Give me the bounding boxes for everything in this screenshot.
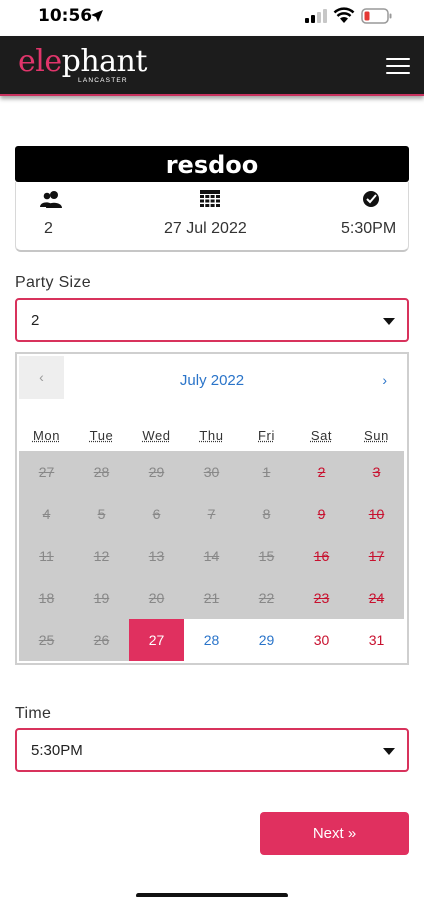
calendar-day-disabled: 17 bbox=[349, 535, 404, 577]
calendar-day-disabled: 2 bbox=[294, 451, 349, 493]
calendar-day-disabled: 28 bbox=[74, 451, 129, 493]
summary-time: 5:30PM bbox=[341, 220, 397, 237]
home-indicator bbox=[136, 893, 288, 897]
people-icon bbox=[40, 191, 62, 208]
calendar-day-disabled: 3 bbox=[349, 451, 404, 493]
calendar-day-disabled: 12 bbox=[74, 535, 129, 577]
calendar-day-disabled: 6 bbox=[129, 493, 184, 535]
calendar-day[interactable]: 30 bbox=[294, 619, 349, 661]
calendar-day-disabled: 14 bbox=[184, 535, 239, 577]
location-arrow-icon bbox=[91, 10, 103, 22]
booking-summary: 2 27 Jul 2022 5:30PM bbox=[15, 182, 409, 252]
calendar-day-disabled: 1 bbox=[239, 451, 294, 493]
calendar-day-disabled: 4 bbox=[19, 493, 74, 535]
party-size-value: 2 bbox=[31, 312, 40, 329]
calendar-day-disabled: 16 bbox=[294, 535, 349, 577]
calendar-day-disabled: 29 bbox=[129, 451, 184, 493]
calendar-day-disabled: 24 bbox=[349, 577, 404, 619]
calendar-day-disabled: 26 bbox=[74, 619, 129, 661]
logo-accent-text: ele bbox=[18, 44, 62, 79]
time-select[interactable]: 5:30PM bbox=[15, 728, 409, 772]
menu-icon[interactable] bbox=[386, 58, 410, 76]
calendar-day[interactable]: 28 bbox=[184, 619, 239, 661]
day-of-week-header: Tue bbox=[89, 428, 114, 443]
calendar-day-disabled: 22 bbox=[239, 577, 294, 619]
date-picker-calendar: ‹ July 2022 › Mon Tue Wed Thu Fri Sat Su… bbox=[15, 352, 409, 665]
calendar-day-disabled: 7 bbox=[184, 493, 239, 535]
day-of-week-header: Mon bbox=[32, 428, 61, 443]
day-of-week-header: Sun bbox=[364, 428, 389, 443]
next-button[interactable]: Next » bbox=[260, 812, 409, 855]
calendar-day-disabled: 23 bbox=[294, 577, 349, 619]
wifi-icon bbox=[333, 7, 355, 23]
status-bar: 10:56 bbox=[0, 0, 424, 36]
day-of-week-header: Sat bbox=[310, 428, 333, 443]
calendar-day-disabled: 11 bbox=[19, 535, 74, 577]
calendar-day-disabled: 13 bbox=[129, 535, 184, 577]
day-of-week-header: Fri bbox=[258, 428, 275, 443]
site-header: elephant LANCASTER bbox=[0, 36, 424, 96]
logo-subtitle: LANCASTER bbox=[78, 77, 128, 84]
calendar-day-disabled: 9 bbox=[294, 493, 349, 535]
calendar-day[interactable]: 31 bbox=[349, 619, 404, 661]
calendar-day-disabled: 19 bbox=[74, 577, 129, 619]
time-label: Time bbox=[15, 705, 52, 722]
calendar-day[interactable]: 29 bbox=[239, 619, 294, 661]
summary-date: 27 Jul 2022 bbox=[164, 220, 247, 237]
resdoo-brand-bar: resdoo bbox=[15, 146, 409, 182]
calendar-day-disabled: 25 bbox=[19, 619, 74, 661]
chevron-down-icon bbox=[383, 318, 395, 325]
battery-low-icon bbox=[361, 8, 392, 24]
cellular-signal-icon bbox=[305, 9, 327, 23]
elephant-logo[interactable]: elephant LANCASTER bbox=[18, 44, 147, 90]
day-of-week-header: Wed bbox=[142, 428, 171, 443]
calendar-day-selected[interactable]: 27 bbox=[129, 619, 184, 661]
calendar-day-disabled: 27 bbox=[19, 451, 74, 493]
calendar-day-disabled: 30 bbox=[184, 451, 239, 493]
calendar-icon bbox=[200, 190, 220, 207]
logo-main-text: phant bbox=[61, 44, 148, 79]
day-of-week-header: Thu bbox=[199, 428, 224, 443]
chevron-down-icon bbox=[383, 748, 395, 755]
calendar-day-disabled: 8 bbox=[239, 493, 294, 535]
calendar-day-disabled: 10 bbox=[349, 493, 404, 535]
clock-check-icon bbox=[363, 191, 379, 207]
next-month-button[interactable]: › bbox=[382, 372, 387, 388]
calendar-day-disabled: 18 bbox=[19, 577, 74, 619]
status-time: 10:56 bbox=[38, 6, 93, 26]
party-size-select[interactable]: 2 bbox=[15, 298, 409, 342]
time-value: 5:30PM bbox=[31, 742, 83, 759]
summary-party-size: 2 bbox=[44, 220, 53, 237]
calendar-day-disabled: 5 bbox=[74, 493, 129, 535]
resdoo-logo: resdoo bbox=[165, 151, 259, 179]
calendar-month-title: July 2022 bbox=[179, 372, 245, 389]
calendar-day-disabled: 15 bbox=[239, 535, 294, 577]
calendar-day-disabled: 20 bbox=[129, 577, 184, 619]
calendar-day-disabled: 21 bbox=[184, 577, 239, 619]
party-size-label: Party Size bbox=[15, 274, 91, 291]
